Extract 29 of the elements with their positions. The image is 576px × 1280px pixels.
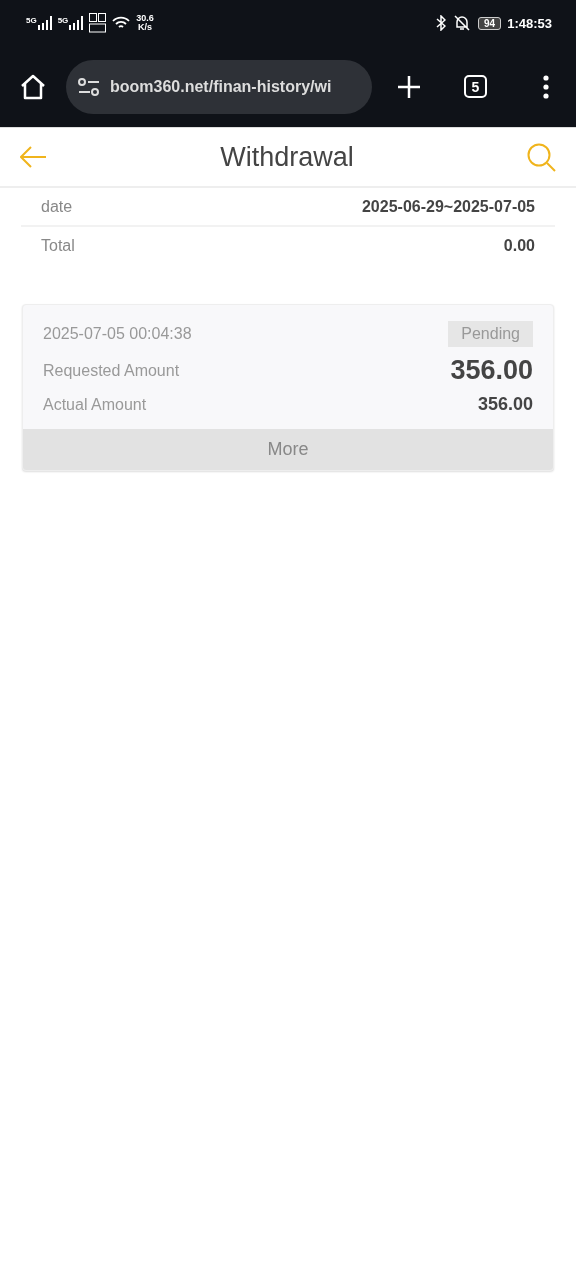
summary-value: 2025-06-29~2025-07-05 [361, 197, 535, 216]
sim-icon [89, 13, 107, 33]
amount-label: Actual Amount [43, 395, 147, 414]
status-tag: Pending [448, 321, 533, 347]
url-text: boom360.net/finan-history/wi [110, 77, 332, 96]
amount-label: Requested Amount [43, 361, 180, 380]
new-tab-icon[interactable] [398, 75, 420, 98]
bluetooth-icon [436, 15, 447, 31]
tab-count[interactable]: 5 [464, 75, 487, 98]
network-speed: 30.6 [136, 14, 154, 23]
wifi-icon [112, 16, 131, 30]
clock: 1:48:53 [507, 15, 552, 31]
summary-value: 0.00 [503, 236, 535, 255]
site-settings-icon [78, 77, 100, 96]
speed-unit: K/s [138, 23, 153, 32]
battery-indicator: 94 [478, 16, 502, 30]
signal-icon [37, 16, 52, 30]
network-label: 5G [57, 16, 69, 25]
network-label: 5G [26, 16, 37, 25]
signal-icon [69, 16, 84, 30]
summary-label: Total [41, 236, 75, 255]
actual-amount: 356.00 [477, 394, 533, 415]
page-title: Withdrawal [220, 141, 354, 173]
summary-label: date [41, 197, 73, 216]
requested-amount: 356.00 [450, 355, 533, 386]
menu-icon[interactable] [543, 74, 549, 99]
address-bar[interactable]: boom360.net/finan-history/wi [66, 59, 372, 114]
record-time: 2025-07-05 00:04:38 [43, 325, 192, 343]
home-icon[interactable] [20, 73, 46, 100]
